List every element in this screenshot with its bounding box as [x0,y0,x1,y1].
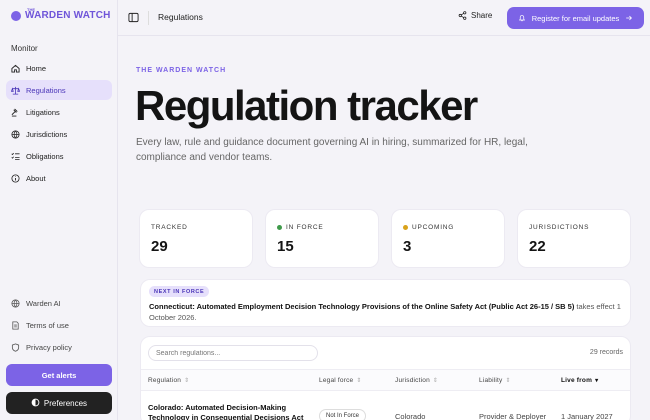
brand-logo[interactable]: THE WARDEN WATCH [11,7,111,21]
regulation-name[interactable]: Colorado: Automated Decision-Making Tech… [148,403,308,420]
stat-label: TRACKED [151,224,188,231]
stat-card-jurisdictions: JURISDICTIONS 22 [517,209,631,268]
info-icon [11,173,20,183]
sidebar-item-label: Litigations [26,107,60,117]
legal-force-badge: Not In Force [319,409,367,420]
register-label: Register for email updates [531,13,620,23]
checklist-icon [11,152,20,161]
sort-icon: ⇕ [356,378,362,384]
next-in-force-badge: NEXT IN FORCE [149,286,210,297]
gavel-icon [11,108,20,117]
sidebar-item-label: Obligations [26,151,64,161]
column-header-jurisdiction[interactable]: Jurisdiction ⇕ [395,377,438,384]
stat-value: 3 [403,238,412,255]
sidebar-item-regulations[interactable]: Regulations [6,80,112,100]
stat-label: IN FORCE [277,224,323,231]
sidebar-item-warden-ai[interactable]: Warden AI [6,293,112,313]
regulations-table: 29 records Regulation⇕ Legal force⇕ Juri… [140,336,631,420]
sidebar-item-label: Home [26,63,47,73]
sidebar-item-label: Regulations [26,85,66,95]
liability-cell: Provider & Deployer [479,412,547,420]
sidebar-bottom-nav: Warden AI Terms of use Privacy policy [6,293,112,359]
topbar-divider [148,11,149,25]
topbar: Regulations Share Register for email upd… [118,0,650,36]
status-dot-icon [403,225,408,230]
jurisdiction-cell: Colorado [395,412,426,420]
sidebar-toggle-icon[interactable] [128,12,139,23]
page-subtitle: Every law, rule and guidance document go… [136,137,528,163]
sidebar-item-label: Warden AI [26,298,61,308]
stat-card-upcoming: UPCOMING 3 [391,209,505,268]
column-header-live-from[interactable]: Live from ▾ [561,377,598,384]
share-label: Share [471,11,493,20]
sort-icon: ⇕ [505,378,511,384]
sidebar-item-terms[interactable]: Terms of use [6,315,112,335]
column-header-legal-force[interactable]: Legal force ⇕ [319,377,362,384]
scale-icon [11,86,20,95]
stat-label: UPCOMING [403,224,454,231]
sort-icon: ⇕ [184,378,190,384]
next-in-force-link[interactable]: Connecticut: Automated Employment Decisi… [149,302,574,311]
sidebar-item-label: Privacy policy [26,342,72,352]
stat-value: 15 [277,238,294,255]
table-row[interactable]: Colorado: Automated Decision-Making Tech… [141,391,630,420]
shield-icon [11,342,20,352]
column-header-liability[interactable]: Liability ⇕ [479,377,511,384]
sidebar-nav: Home Regulations Litigations Jurisdictio… [6,58,112,190]
stat-card-in-force: IN FORCE 15 [265,209,379,268]
logo-mark-icon [11,10,21,21]
search-input[interactable] [148,345,318,361]
stat-label: JURISDICTIONS [529,224,590,231]
stat-value: 22 [529,238,546,255]
sidebar-item-label: About [26,173,46,183]
sidebar-item-about[interactable]: About [6,168,112,188]
globe-icon [11,129,20,139]
sidebar-item-jurisdictions[interactable]: Jurisdictions [6,124,112,144]
table-header: Regulation ⇕ Legal force ⇕ Jurisdiction ⇕ L… [141,369,630,391]
live-from-cell: 1 January 2027 [561,412,613,420]
eyebrow-label: THE WARDEN WATCH [136,67,227,74]
preferences-button[interactable]: Preferences [6,392,112,414]
register-email-button[interactable]: Register for email updates [507,7,644,29]
page-title: Regulation tracker [135,82,478,129]
bell-icon [518,15,525,22]
record-count: 29 records [589,349,623,356]
sidebar-item-label: Terms of use [26,320,69,330]
breadcrumb: Regulations [158,12,203,22]
sidebar-section-label: Monitor [11,44,38,53]
chevron-down-icon: ▾ [595,378,599,384]
sidebar: THE WARDEN WATCH Monitor Home Regulation… [0,0,118,420]
brand-small: THE [27,7,35,12]
share-icon [458,11,467,20]
home-icon [11,64,20,73]
share-button[interactable]: Share [458,11,492,20]
stat-value: 29 [151,238,168,255]
sidebar-item-obligations[interactable]: Obligations [6,146,112,166]
status-dot-icon [277,225,282,230]
sort-icon: ⇕ [432,378,439,384]
stat-card-tracked: TRACKED 29 [139,209,253,268]
brand-name: WARDEN WATCH [25,10,111,21]
arrow-right-icon [626,15,633,21]
get-alerts-button[interactable]: Get alerts [6,364,112,386]
sidebar-item-home[interactable]: Home [6,58,112,78]
document-icon [11,320,20,330]
globe-icon [11,298,20,308]
preferences-label: Preferences [43,398,88,408]
next-in-force-card: NEXT IN FORCE Connecticut: Automated Emp… [140,279,631,327]
preferences-icon [31,398,40,409]
next-in-force-text: Connecticut: Automated Employment Decisi… [149,302,621,322]
sidebar-item-privacy[interactable]: Privacy policy [6,337,112,357]
sidebar-item-litigations[interactable]: Litigations [6,102,112,122]
column-header-regulation[interactable]: Regulation ⇕ [148,377,189,384]
sidebar-item-label: Jurisdictions [26,129,68,139]
